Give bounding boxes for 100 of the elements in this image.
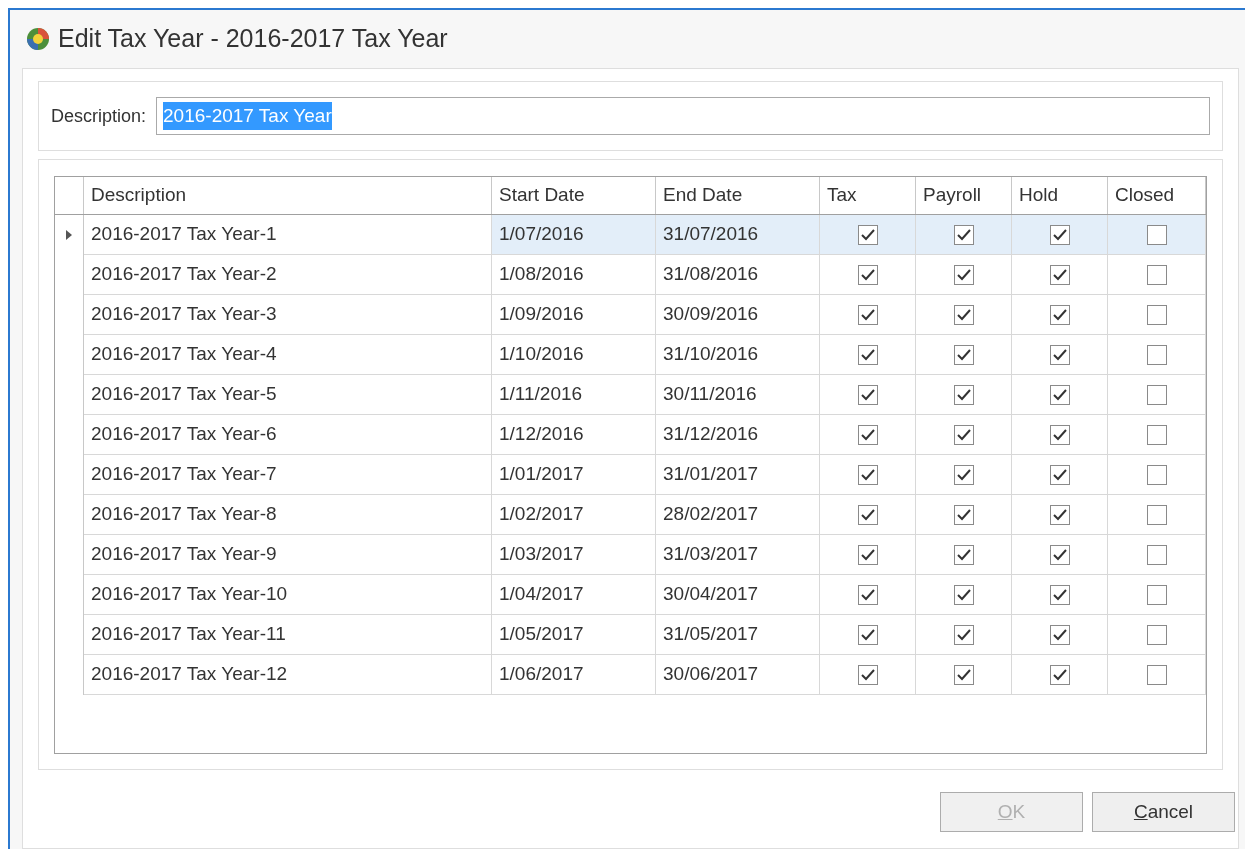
- checkbox[interactable]: [1049, 544, 1070, 565]
- check-icon: [860, 348, 875, 361]
- check-icon: [956, 428, 971, 441]
- table-cell: 1/05/2017: [492, 615, 656, 655]
- checkbox[interactable]: [1146, 624, 1167, 645]
- row-pointer-icon: [66, 230, 72, 240]
- checkbox[interactable]: [1049, 344, 1070, 365]
- checkbox[interactable]: [953, 624, 974, 645]
- checkbox[interactable]: [953, 504, 974, 525]
- checkbox[interactable]: [1146, 544, 1167, 565]
- table-cell: 30/11/2016: [656, 375, 820, 415]
- check-icon: [860, 428, 875, 441]
- checkbox[interactable]: [953, 224, 974, 245]
- checkbox[interactable]: [857, 384, 878, 405]
- column-header[interactable]: Hold: [1012, 177, 1108, 214]
- column-header[interactable]: Closed: [1108, 177, 1206, 214]
- check-icon: [860, 668, 875, 681]
- table-row[interactable]: 2016-2017 Tax Year-6 1/12/2016 31/12/2016: [55, 415, 1206, 455]
- checkbox[interactable]: [953, 344, 974, 365]
- check-icon: [956, 628, 971, 641]
- checkbox[interactable]: [857, 544, 878, 565]
- check-icon: [1052, 588, 1067, 601]
- table-cell: 1/02/2017: [492, 495, 656, 535]
- table-cell: 2016-2017 Tax Year-11: [84, 615, 492, 655]
- table-cell: 30/06/2017: [656, 655, 820, 695]
- table-row[interactable]: 2016-2017 Tax Year-12 1/06/2017 30/06/2017: [55, 655, 1206, 695]
- check-icon: [1052, 388, 1067, 401]
- checkbox[interactable]: [953, 304, 974, 325]
- checkbox[interactable]: [1049, 384, 1070, 405]
- check-icon: [1052, 268, 1067, 281]
- table-row[interactable]: 2016-2017 Tax Year-2 1/08/2016 31/08/2016: [55, 255, 1206, 295]
- checkbox[interactable]: [857, 344, 878, 365]
- checkbox[interactable]: [857, 304, 878, 325]
- checkbox[interactable]: [1146, 344, 1167, 365]
- checkbox[interactable]: [1049, 464, 1070, 485]
- checkbox[interactable]: [1146, 384, 1167, 405]
- check-icon: [1052, 668, 1067, 681]
- check-icon: [956, 388, 971, 401]
- description-label: Description:: [51, 104, 147, 128]
- table-cell: 30/09/2016: [656, 295, 820, 335]
- checkbox[interactable]: [1049, 224, 1070, 245]
- table-cell: 1/08/2016: [492, 255, 656, 295]
- checkbox[interactable]: [1146, 584, 1167, 605]
- checkbox[interactable]: [857, 664, 878, 685]
- checkbox[interactable]: [1146, 664, 1167, 685]
- checkbox[interactable]: [1146, 464, 1167, 485]
- check-icon: [1052, 508, 1067, 521]
- cancel-button[interactable]: Cancel: [1092, 792, 1235, 832]
- table-row[interactable]: 2016-2017 Tax Year-1 1/07/2016 31/07/2016: [55, 215, 1206, 255]
- check-icon: [860, 308, 875, 321]
- checkbox[interactable]: [1146, 224, 1167, 245]
- checkbox[interactable]: [953, 424, 974, 445]
- checkbox[interactable]: [953, 584, 974, 605]
- table-cell: 2016-2017 Tax Year-1: [84, 215, 492, 255]
- checkbox[interactable]: [1146, 424, 1167, 445]
- column-header[interactable]: Start Date: [492, 177, 656, 214]
- checkbox[interactable]: [1049, 584, 1070, 605]
- checkbox[interactable]: [1146, 504, 1167, 525]
- checkbox[interactable]: [953, 664, 974, 685]
- table-cell: 2016-2017 Tax Year-3: [84, 295, 492, 335]
- table-row[interactable]: 2016-2017 Tax Year-11 1/05/2017 31/05/2017: [55, 615, 1206, 655]
- checkbox[interactable]: [1049, 664, 1070, 685]
- checkbox[interactable]: [1049, 504, 1070, 525]
- check-icon: [956, 468, 971, 481]
- table-row[interactable]: 2016-2017 Tax Year-9 1/03/2017 31/03/2017: [55, 535, 1206, 575]
- table-row[interactable]: 2016-2017 Tax Year-5 1/11/2016 30/11/2016: [55, 375, 1206, 415]
- column-header[interactable]: Payroll: [916, 177, 1012, 214]
- check-icon: [956, 548, 971, 561]
- column-header[interactable]: Tax: [820, 177, 916, 214]
- table-cell: 1/01/2017: [492, 455, 656, 495]
- checkbox[interactable]: [953, 544, 974, 565]
- checkbox[interactable]: [953, 384, 974, 405]
- checkbox[interactable]: [857, 224, 878, 245]
- checkbox[interactable]: [857, 584, 878, 605]
- check-icon: [956, 508, 971, 521]
- column-header[interactable]: End Date: [656, 177, 820, 214]
- checkbox[interactable]: [1049, 424, 1070, 445]
- table-row[interactable]: 2016-2017 Tax Year-3 1/09/2016 30/09/2016: [55, 295, 1206, 335]
- checkbox[interactable]: [953, 264, 974, 285]
- column-header[interactable]: Description: [84, 177, 492, 214]
- checkbox[interactable]: [857, 504, 878, 525]
- checkbox[interactable]: [953, 464, 974, 485]
- checkbox[interactable]: [1146, 304, 1167, 325]
- table-row[interactable]: 2016-2017 Tax Year-10 1/04/2017 30/04/2017: [55, 575, 1206, 615]
- checkbox[interactable]: [857, 624, 878, 645]
- checkbox[interactable]: [1146, 264, 1167, 285]
- checkbox[interactable]: [857, 464, 878, 485]
- table-row[interactable]: 2016-2017 Tax Year-7 1/01/2017 31/01/2017: [55, 455, 1206, 495]
- check-icon: [1052, 468, 1067, 481]
- table-cell: 31/12/2016: [656, 415, 820, 455]
- check-icon: [860, 508, 875, 521]
- checkbox[interactable]: [1049, 624, 1070, 645]
- checkbox[interactable]: [857, 424, 878, 445]
- checkbox[interactable]: [1049, 304, 1070, 325]
- checkbox[interactable]: [857, 264, 878, 285]
- checkbox[interactable]: [1049, 264, 1070, 285]
- table-row[interactable]: 2016-2017 Tax Year-4 1/10/2016 31/10/2016: [55, 335, 1206, 375]
- table-row[interactable]: 2016-2017 Tax Year-8 1/02/2017 28/02/2017: [55, 495, 1206, 535]
- table-cell: 31/10/2016: [656, 335, 820, 375]
- table-cell: 2016-2017 Tax Year-6: [84, 415, 492, 455]
